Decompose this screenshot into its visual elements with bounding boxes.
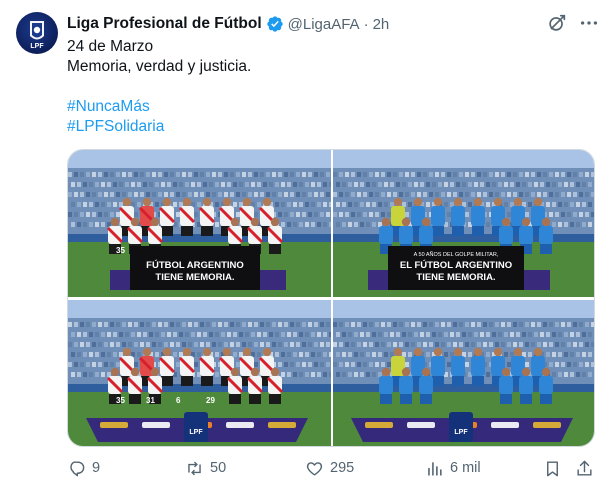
team-photo-1[interactable]: 3589FÚTBOL ARGENTINOTIENE MEMORIA. bbox=[68, 150, 331, 297]
timestamp[interactable]: 2h bbox=[373, 16, 390, 33]
bookmark-button[interactable] bbox=[543, 456, 568, 480]
avatar-label: LPF bbox=[30, 43, 44, 50]
share-icon bbox=[577, 460, 592, 476]
analytics-icon bbox=[428, 461, 442, 476]
tweet-line-motto: Memoria, verdad y justicia. bbox=[67, 58, 252, 75]
repost-count: 50 bbox=[210, 460, 227, 476]
photo-scene: LPF bbox=[333, 300, 594, 446]
repost-icon bbox=[188, 461, 201, 475]
verified-badge-icon[interactable] bbox=[266, 15, 284, 33]
photo-scene: A 50 AÑOS DEL GOLPE MILITAR,EL FÚTBOL AR… bbox=[333, 150, 594, 297]
banner-line-2: TIENE MEMORIA. bbox=[155, 272, 234, 283]
shorts-number: 6 bbox=[176, 396, 181, 405]
author-avatar[interactable]: LPF bbox=[16, 12, 58, 54]
team-photo-3[interactable]: 35 31 6 29 LPF bbox=[68, 300, 331, 446]
grok-icon[interactable] bbox=[546, 12, 568, 34]
author-handle[interactable]: @LigaAFA bbox=[288, 16, 360, 33]
share-button[interactable] bbox=[575, 456, 600, 480]
views-count: 6 mil bbox=[450, 460, 481, 476]
hashtag-nuncamas[interactable]: #NuncaMás bbox=[67, 97, 587, 117]
views-button[interactable]: 6 mil bbox=[425, 456, 481, 480]
board-lpf-label: LPF bbox=[454, 429, 468, 436]
photo-scene: 3589FÚTBOL ARGENTINOTIENE MEMORIA. bbox=[68, 150, 331, 297]
bookmark-icon bbox=[547, 460, 558, 476]
hashtag-lpfsolidaria[interactable]: #LPFSolidaria bbox=[67, 117, 587, 137]
reply-button[interactable]: 9 bbox=[67, 456, 100, 480]
banner-small-text: A 50 AÑOS DEL GOLPE MILITAR, bbox=[414, 251, 499, 258]
reply-icon bbox=[70, 460, 85, 476]
reply-count: 9 bbox=[92, 460, 101, 476]
banner-line-1: EL FÚTBOL ARGENTINO bbox=[400, 259, 512, 271]
repost-button[interactable]: 50 bbox=[185, 456, 226, 480]
like-button[interactable]: 295 bbox=[305, 456, 354, 480]
media-grid: 3589FÚTBOL ARGENTINOTIENE MEMORIA. A 50 … bbox=[67, 149, 595, 447]
author-name[interactable]: Liga Profesional de Fútbol bbox=[67, 15, 262, 33]
shorts-number: 35 bbox=[116, 246, 125, 255]
tweet-line-date: 24 de Marzo bbox=[67, 38, 154, 55]
board-lpf-label: LPF bbox=[189, 429, 203, 436]
team-photo-2[interactable]: A 50 AÑOS DEL GOLPE MILITAR, EL FÚTBOL AR… bbox=[333, 150, 594, 297]
separator-dot: · bbox=[363, 15, 369, 33]
shorts-number: 35 bbox=[116, 396, 125, 405]
tweet-header: Liga Profesional de Fútbol @LigaAFA · 2h bbox=[67, 13, 389, 35]
banner-line-2: TIENE MEMORIA. bbox=[416, 272, 495, 283]
like-count: 295 bbox=[330, 460, 355, 476]
lpf-logo-icon: LPF bbox=[30, 21, 44, 50]
shorts-number: 29 bbox=[206, 396, 215, 405]
tweet-text: 24 de Marzo Memoria, verdad y justicia. … bbox=[67, 37, 587, 137]
action-bar: 9 50 295 6 mil bbox=[67, 456, 595, 480]
heart-icon bbox=[306, 461, 323, 476]
shorts-number: 31 bbox=[146, 396, 155, 405]
more-options-icon[interactable] bbox=[578, 12, 600, 34]
team-photo-4[interactable]: LPF bbox=[333, 300, 594, 446]
banner-line-1: FÚTBOL ARGENTINO bbox=[146, 259, 244, 271]
photo-scene: 35 31 6 29 LPF bbox=[68, 300, 331, 446]
